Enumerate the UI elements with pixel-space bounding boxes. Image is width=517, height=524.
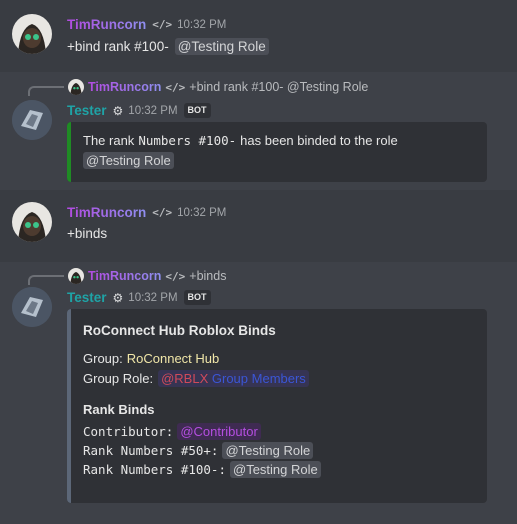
- embed-accent-bar: [67, 122, 71, 182]
- bot-dev-icon: ⚙: [112, 103, 124, 118]
- timruncorn-avatar[interactable]: [12, 202, 52, 242]
- bind-rank: Contributor:: [83, 424, 174, 439]
- message-3: TimRuncorn </> 10:32 PM +binds: [0, 190, 517, 262]
- role-mention[interactable]: @Contributor: [177, 423, 261, 440]
- role-mention[interactable]: @Testing Role: [83, 152, 174, 169]
- bind-rank: Rank Numbers #50+:: [83, 443, 219, 458]
- author-name[interactable]: TimRuncorn: [67, 205, 146, 220]
- bot-dev-icon: ⚙: [112, 290, 124, 305]
- reply-author[interactable]: TimRuncorn: [88, 80, 161, 94]
- code-icon: </>: [152, 206, 173, 219]
- tester-avatar[interactable]: [12, 100, 52, 140]
- embed-line: The rank Numbers #100- has been binded t…: [83, 133, 398, 148]
- bind-row: Contributor: @Contributor: [83, 423, 261, 440]
- message-4: TimRuncorn </> +binds Tester ⚙ 10:32 PM …: [0, 262, 517, 524]
- timestamp[interactable]: 10:32 PM: [128, 292, 177, 304]
- group-label: Group:: [83, 351, 123, 366]
- timruncorn-avatar[interactable]: [12, 14, 52, 54]
- message-2: TimRuncorn </> +bind rank #100- @Testing…: [0, 72, 517, 190]
- group-role-line: Group Role: @RBLX Group Members: [83, 370, 309, 387]
- binds-embed: RoConnect Hub Roblox Binds Group: RoConn…: [67, 309, 487, 503]
- message-content: +bind rank #100- @Testing Role: [67, 38, 269, 55]
- bind-rank: Rank Numbers #100-:: [83, 462, 226, 477]
- tester-avatar[interactable]: [12, 287, 52, 327]
- author-name[interactable]: Tester: [67, 103, 107, 118]
- role-mention[interactable]: @Testing Role: [230, 461, 321, 478]
- bind-row: Rank Numbers #100-: @Testing Role: [83, 461, 321, 478]
- embed-body: The rank Numbers #100- has been binded t…: [83, 122, 477, 182]
- message-text: +bind rank #100-: [67, 39, 169, 54]
- rank-binds-title: Rank Binds: [83, 402, 155, 417]
- role-mention[interactable]: @Testing Role: [174, 38, 269, 55]
- embed-text: The rank: [83, 133, 135, 148]
- bot-badge: BOT: [183, 290, 211, 305]
- group-role-mention[interactable]: @RBLX Group Members: [158, 370, 309, 387]
- reply-connector: [28, 86, 64, 96]
- embed-accent-bar: [67, 309, 71, 503]
- author-name[interactable]: Tester: [67, 290, 107, 305]
- timestamp[interactable]: 10:32 PM: [177, 19, 226, 31]
- code-icon: </>: [152, 18, 173, 31]
- reply-avatar: [68, 79, 84, 95]
- group-line: Group: RoConnect Hub: [83, 351, 219, 366]
- message-header: Tester ⚙ 10:32 PM BOT: [67, 290, 211, 305]
- reply-connector: [28, 275, 64, 285]
- code-icon: </>: [165, 80, 186, 94]
- reply-text[interactable]: +bind rank #100- @Testing Role: [189, 80, 368, 94]
- message-content: +binds: [67, 226, 107, 241]
- reply-author[interactable]: TimRuncorn: [88, 269, 161, 283]
- group-role-label: Group Role:: [83, 371, 154, 386]
- reply-preview[interactable]: TimRuncorn </> +bind rank #100- @Testing…: [28, 78, 368, 96]
- message-header: TimRuncorn </> 10:32 PM: [67, 17, 226, 32]
- reply-avatar: [68, 268, 84, 284]
- bind-row: Rank Numbers #50+: @Testing Role: [83, 442, 314, 459]
- embed-code: Numbers #100-: [138, 133, 237, 148]
- role-mention[interactable]: @Testing Role: [222, 442, 314, 459]
- reply-preview[interactable]: TimRuncorn </> +binds: [28, 267, 226, 285]
- group-role-mention-part-b: Group Members: [211, 371, 306, 386]
- message-text: +binds: [67, 226, 108, 241]
- code-icon: </>: [165, 269, 186, 283]
- group-link[interactable]: RoConnect Hub: [127, 351, 220, 366]
- embed-body: RoConnect Hub Roblox Binds Group: RoConn…: [83, 309, 477, 503]
- reply-text[interactable]: +binds: [189, 269, 226, 283]
- message-header: TimRuncorn </> 10:32 PM: [67, 205, 226, 220]
- message-1: TimRuncorn </> 10:32 PM +bind rank #100-…: [0, 0, 517, 72]
- embed-line: @Testing Role: [83, 152, 174, 169]
- embed-text: has been binded to the role: [240, 133, 398, 148]
- timestamp[interactable]: 10:32 PM: [177, 207, 226, 219]
- embed-title: RoConnect Hub Roblox Binds: [83, 323, 276, 338]
- timestamp[interactable]: 10:32 PM: [128, 105, 177, 117]
- bot-badge: BOT: [183, 103, 211, 118]
- message-header: Tester ⚙ 10:32 PM BOT: [67, 103, 211, 118]
- group-role-mention-part-a: @RBLX: [161, 371, 209, 386]
- bind-confirm-embed: The rank Numbers #100- has been binded t…: [67, 122, 487, 182]
- author-name[interactable]: TimRuncorn: [67, 17, 146, 32]
